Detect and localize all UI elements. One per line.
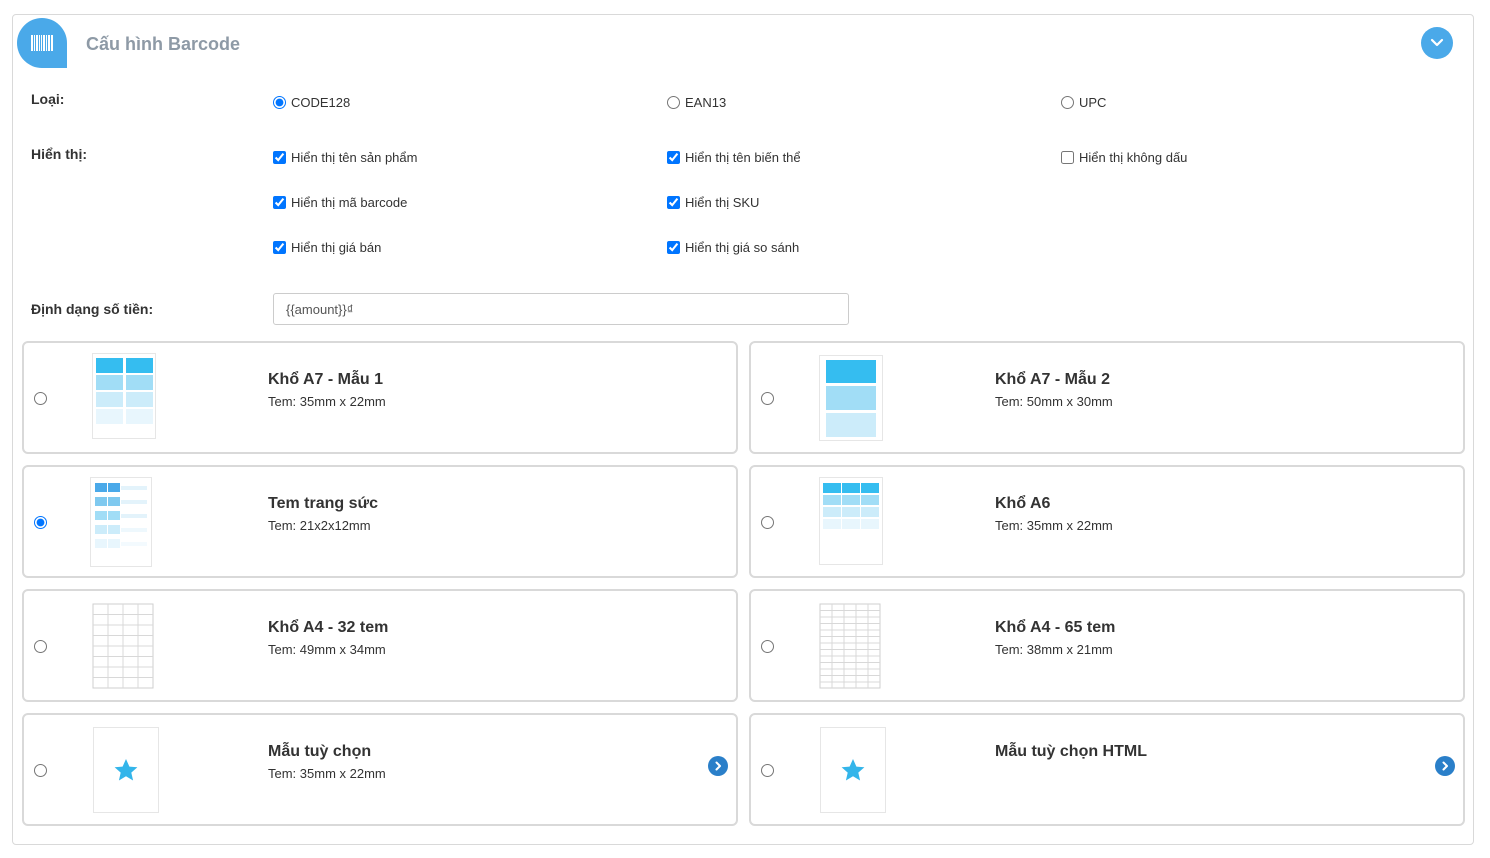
show-no-accent-option[interactable]: Hiển thị không dấu [1061, 150, 1187, 165]
template-card-a7-2[interactable]: Khổ A7 - Mẫu 2 Tem: 50mm x 30mm [749, 341, 1465, 454]
display-label: Hiển thị: [31, 146, 87, 162]
a7-template-2-thumbnail [819, 355, 883, 441]
template-card-a4-32[interactable]: Khổ A4 - 32 tem Tem: 49mm x 34mm [22, 589, 738, 702]
type-radio-upc[interactable] [1061, 96, 1074, 109]
chevron-right-circle-icon[interactable] [708, 756, 728, 776]
show-compare-price-option[interactable]: Hiển thị giá so sánh [667, 240, 799, 255]
a7-template-1-thumbnail [92, 353, 156, 439]
template-size: Tem: 35mm x 22mm [268, 394, 386, 409]
template-size: Tem: 21x2x12mm [268, 518, 371, 533]
amount-format-label: Định dạng số tiền: [31, 301, 154, 317]
template-title: Mẫu tuỳ chọn [268, 743, 372, 760]
header-badge [17, 18, 67, 68]
template-size: Tem: 35mm x 22mm [995, 518, 1113, 533]
template-card-custom[interactable]: Mẫu tuỳ chọn Tem: 35mm x 22mm [22, 713, 738, 826]
template-title: Khổ A4 - 32 tem [268, 619, 389, 636]
show-barcode-option[interactable]: Hiển thị mã barcode [273, 195, 407, 210]
show-compare-price-checkbox[interactable] [667, 241, 680, 254]
template-radio-custom-html[interactable] [761, 764, 774, 777]
show-sku-checkbox[interactable] [667, 196, 680, 209]
template-title: Mẫu tuỳ chọn HTML [995, 743, 1147, 760]
template-radio-a7-1[interactable] [34, 392, 47, 405]
custom-template-thumbnail [93, 727, 159, 813]
template-title: Khổ A7 - Mẫu 1 [268, 371, 383, 388]
show-price-option[interactable]: Hiển thị giá bán [273, 240, 381, 255]
star-icon [841, 759, 865, 781]
show-price-checkbox[interactable] [273, 241, 286, 254]
type-radio-ean13[interactable] [667, 96, 680, 109]
a4-grid-thumbnail [92, 603, 154, 689]
type-radio-code128[interactable] [273, 96, 286, 109]
template-title: Tem trang sức [268, 495, 378, 512]
template-card-a6[interactable]: Khổ A6 Tem: 35mm x 22mm [749, 465, 1465, 578]
show-barcode-checkbox[interactable] [273, 196, 286, 209]
template-size: Tem: 38mm x 21mm [995, 642, 1113, 657]
show-variant-name-checkbox[interactable] [667, 151, 680, 164]
chevron-right-circle-icon[interactable] [1435, 756, 1455, 776]
jewelry-label-thumbnail [90, 477, 152, 567]
type-option-ean13[interactable]: EAN13 [667, 95, 726, 110]
show-product-name-option[interactable]: Hiển thị tên sản phẩm [273, 150, 417, 165]
show-product-name-checkbox[interactable] [273, 151, 286, 164]
barcode-icon [31, 35, 53, 51]
template-card-jewelry[interactable]: Tem trang sức Tem: 21x2x12mm [22, 465, 738, 578]
type-option-code128[interactable]: CODE128 [273, 95, 350, 110]
template-title: Khổ A7 - Mẫu 2 [995, 371, 1110, 388]
show-no-accent-checkbox[interactable] [1061, 151, 1074, 164]
template-radio-a4-65[interactable] [761, 640, 774, 653]
template-size: Tem: 49mm x 34mm [268, 642, 386, 657]
template-radio-custom[interactable] [34, 764, 47, 777]
template-size: Tem: 35mm x 22mm [268, 766, 386, 781]
type-label: Loại: [31, 91, 65, 107]
collapse-button[interactable] [1421, 27, 1453, 59]
chevron-down-icon [1430, 38, 1444, 47]
barcode-config-panel: Cấu hình Barcode Loại: CODE128 EAN13 UPC… [12, 14, 1474, 845]
a4-grid-thumbnail [819, 603, 881, 689]
template-size: Tem: 50mm x 30mm [995, 394, 1113, 409]
panel-title: Cấu hình Barcode [86, 34, 241, 54]
type-option-upc[interactable]: UPC [1061, 95, 1106, 110]
template-title: Khổ A6 [995, 495, 1051, 512]
template-card-a7-1[interactable]: Khổ A7 - Mẫu 1 Tem: 35mm x 22mm [22, 341, 738, 454]
template-radio-a7-2[interactable] [761, 392, 774, 405]
custom-html-template-thumbnail [820, 727, 886, 813]
star-icon [114, 759, 138, 781]
template-radio-a6[interactable] [761, 516, 774, 529]
amount-format-input[interactable] [273, 293, 849, 325]
show-sku-option[interactable]: Hiển thị SKU [667, 195, 759, 210]
a6-thumbnail [819, 477, 883, 565]
template-card-custom-html[interactable]: Mẫu tuỳ chọn HTML [749, 713, 1465, 826]
template-title: Khổ A4 - 65 tem [995, 619, 1116, 636]
show-variant-name-option[interactable]: Hiển thị tên biến thể [667, 150, 801, 165]
template-card-a4-65[interactable]: Khổ A4 - 65 tem Tem: 38mm x 21mm [749, 589, 1465, 702]
template-radio-a4-32[interactable] [34, 640, 47, 653]
template-radio-jewelry[interactable] [34, 516, 47, 529]
